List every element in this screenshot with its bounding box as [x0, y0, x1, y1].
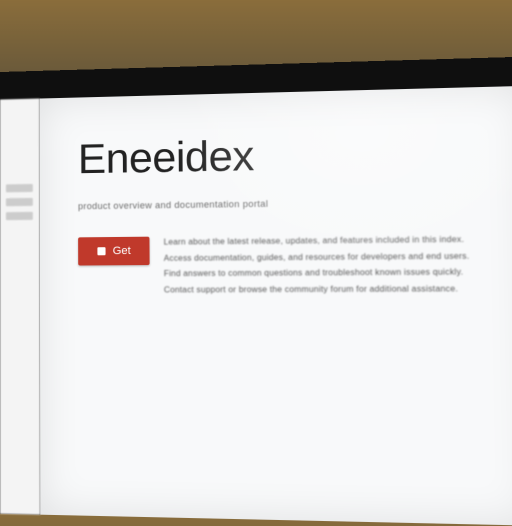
page-subtitle: product overview and documentation porta… — [78, 195, 495, 211]
primary-action-button[interactable]: Get — [78, 237, 149, 266]
page-content: Eneeidex product overview and documentat… — [40, 86, 512, 526]
action-row: Get Learn about the latest release, upda… — [78, 233, 497, 300]
body-copy: Learn about the latest release, updates,… — [164, 233, 497, 300]
primary-action-label: Get — [113, 245, 131, 257]
download-icon — [96, 246, 106, 256]
body-line: Find answers to common questions and tro… — [164, 266, 497, 280]
sidebar-stub — [6, 212, 33, 220]
sidebar-stub — [6, 198, 33, 206]
body-line: Access documentation, guides, and resour… — [164, 250, 496, 264]
sidebar-edge — [0, 99, 40, 515]
page-title: Eneeidex — [78, 126, 495, 183]
sidebar-stub — [6, 184, 33, 192]
monitor-frame: Eneeidex product overview and documentat… — [0, 56, 512, 526]
body-line: Contact support or browse the community … — [164, 283, 497, 296]
body-line: Learn about the latest release, updates,… — [164, 233, 496, 248]
